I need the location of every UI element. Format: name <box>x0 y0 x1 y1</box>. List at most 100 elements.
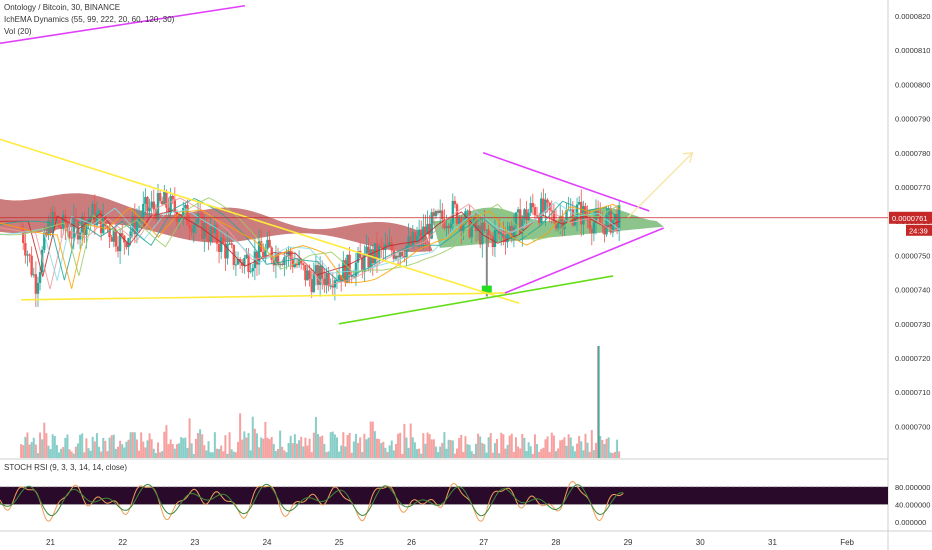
volume-bar <box>91 436 94 458</box>
volume-bar <box>66 434 69 458</box>
volume-bar <box>470 451 473 458</box>
time-tick-label: 23 <box>190 538 199 547</box>
volume-bar <box>314 416 317 458</box>
volume-bar <box>523 437 526 458</box>
volume-bar <box>376 438 379 458</box>
chart-stage[interactable]: 0.0000820 0.0000810 0.0000800 0.0000790 0.00… <box>0 0 932 550</box>
volume-bar <box>380 443 383 458</box>
candle-body <box>228 243 231 245</box>
legend-symbol[interactable]: Ontology / Bitcoin, 30, BINANCE <box>4 3 120 12</box>
candle-body <box>489 235 492 237</box>
volume-bar <box>28 444 31 458</box>
candle-body <box>188 224 191 229</box>
volume-bar <box>194 438 197 458</box>
legend-indicator[interactable]: IchEMA Dynamics (55, 99, 222, 20, 60, 12… <box>4 15 174 24</box>
countdown-label: 24:39 <box>909 226 928 235</box>
volume-bar <box>508 435 511 458</box>
volume-bar <box>468 444 471 458</box>
volume-bar <box>121 444 124 458</box>
volume-bar <box>449 440 452 458</box>
stoch-tick-label: 80.000000 <box>895 483 930 492</box>
volume-bar <box>201 434 204 458</box>
volume-bar <box>138 450 141 458</box>
candle-body <box>26 254 29 256</box>
volume-bar <box>108 437 111 458</box>
volume-bar <box>390 440 393 458</box>
volume-bar <box>234 452 237 458</box>
candle-body <box>251 268 254 272</box>
volume-bar <box>333 434 336 458</box>
candle-body <box>314 265 318 273</box>
volume-bar <box>58 452 61 458</box>
candle-body <box>535 215 539 217</box>
volume-bar <box>112 434 115 458</box>
volume-bar <box>590 430 593 458</box>
time-tick-label: 21 <box>46 538 55 547</box>
volume-bar <box>171 444 174 458</box>
volume-bar <box>430 439 433 458</box>
time-tick-label: 29 <box>624 538 633 547</box>
candle-body <box>142 203 145 218</box>
candle-body <box>373 243 377 264</box>
volume-bar <box>451 440 454 458</box>
volume-bar <box>352 441 355 458</box>
candle-body <box>219 237 223 252</box>
volume-bar <box>477 433 480 458</box>
volume-bar <box>536 444 539 458</box>
volume-bar <box>517 446 520 458</box>
volume-spike-bar <box>597 346 600 458</box>
candle-body <box>291 259 294 268</box>
volume-bar <box>531 453 534 458</box>
candle-body <box>186 204 189 225</box>
volume-bar <box>104 440 107 458</box>
candle-body <box>295 263 299 266</box>
candle-body <box>380 246 383 248</box>
volume-bar <box>498 453 501 458</box>
legend-volume[interactable]: Vol (20) <box>4 27 32 36</box>
volume-bar <box>272 443 275 458</box>
volume-bar <box>403 423 406 458</box>
candle-body <box>577 201 581 205</box>
candle-body <box>32 274 35 276</box>
candle-body <box>249 271 252 273</box>
volume-bar <box>79 434 82 458</box>
candle-body <box>36 282 40 294</box>
candle-body <box>590 228 594 234</box>
volume-bar <box>392 450 395 458</box>
volume-bar <box>456 448 459 458</box>
volume-bar <box>281 446 284 458</box>
volume-bar <box>479 436 482 458</box>
candle-body <box>493 230 497 248</box>
volume-bar <box>148 433 151 458</box>
candle-body <box>137 218 141 221</box>
volume-bar <box>601 439 604 458</box>
volume-bar <box>253 428 256 458</box>
time-tick-label: 31 <box>768 538 777 547</box>
legend-stoch[interactable]: STOCH ṚSI (9, 3, 3, 14, 14, close) <box>4 463 127 472</box>
candle-body <box>59 226 63 229</box>
volume-bar <box>211 452 214 458</box>
volume-bar <box>218 448 221 458</box>
candle-body <box>213 224 217 234</box>
volume-bar <box>439 446 442 458</box>
volume-bar <box>529 446 532 458</box>
candle-body <box>28 254 31 256</box>
volume-bar <box>348 432 351 458</box>
volume-bar <box>331 431 334 458</box>
volume-bar <box>85 438 88 458</box>
candle-body <box>192 225 195 233</box>
volume-bar <box>483 444 486 458</box>
volume-bar <box>197 432 200 458</box>
volume-bar <box>327 451 330 458</box>
chart-canvas[interactable]: 0.0000820 0.0000810 0.0000800 0.0000790 0.00… <box>0 0 932 550</box>
volume-bar <box>262 438 265 458</box>
volume-bar <box>182 438 185 458</box>
volume-bar <box>434 446 437 458</box>
volume-bar <box>365 439 368 458</box>
candle-body <box>278 263 282 266</box>
volume-bar <box>258 447 261 458</box>
volume-bar <box>407 447 410 458</box>
candle-body <box>409 236 412 246</box>
volume-bar <box>277 448 280 458</box>
candle-body <box>485 229 488 231</box>
